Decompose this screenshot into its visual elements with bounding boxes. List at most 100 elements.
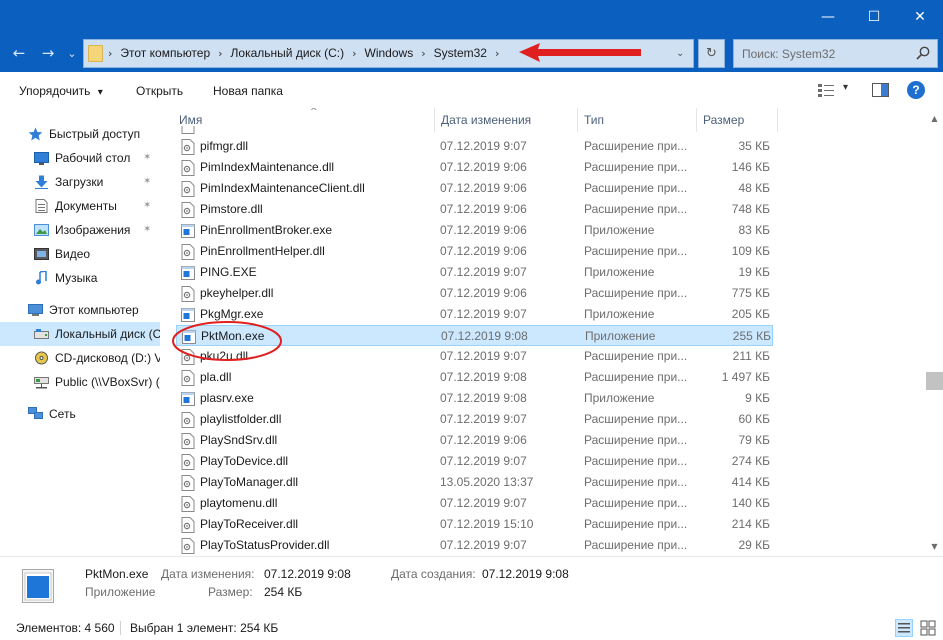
file-date: 07.12.2019 9:07 — [440, 139, 527, 153]
file-name: PlayToDevice.dll — [200, 454, 289, 468]
file-row[interactable]: pkeyhelper.dll 07.12.2019 9:06 Расширение … — [176, 283, 773, 304]
breadcrumb-item[interactable]: System32 — [434, 46, 487, 60]
exe-file-icon — [181, 224, 195, 238]
details-view-icon[interactable] — [895, 619, 913, 637]
sidebar-item[interactable]: Рабочий стол ✶ — [0, 146, 160, 170]
refresh-button[interactable]: ↻ — [698, 39, 725, 68]
new-folder-button[interactable]: Новая папка — [213, 82, 283, 100]
file-date: 07.12.2019 9:07 — [440, 538, 527, 552]
sidebar-item[interactable]: Музыка — [0, 266, 160, 290]
exe-file-icon — [181, 392, 195, 406]
preview-pane-icon[interactable] — [872, 83, 889, 97]
file-row[interactable]: PimIndexMaintenanceClient.dll 07.12.2019 … — [176, 178, 773, 199]
search-box[interactable] — [733, 39, 938, 68]
file-name: PinEnrollmentHelper.dll — [200, 244, 325, 258]
sidebar-item[interactable]: Сеть — [0, 402, 160, 426]
file-row[interactable]: PkgMgr.exe 07.12.2019 9:07 Приложение 205 К… — [176, 304, 773, 325]
view-options-icon[interactable] — [817, 83, 835, 97]
file-name: pla.dll — [200, 370, 232, 384]
minimize-button[interactable]: — — [805, 0, 851, 35]
sidebar-item-label: Музыка — [55, 271, 98, 285]
vertical-scrollbar[interactable]: ▲ ▼ — [926, 108, 943, 556]
file-size: 255 КБ — [732, 329, 771, 343]
sidebar-item[interactable]: Быстрый доступ — [0, 122, 160, 146]
sidebar-item[interactable]: CD-дисковод (D:) VirtualBox Guest Additi… — [0, 346, 160, 370]
search-icon[interactable] — [915, 45, 931, 61]
address-dropdown-button[interactable]: ⌄ — [676, 40, 684, 67]
view-dropdown-icon[interactable]: ▾ — [843, 82, 848, 93]
organize-menu[interactable]: Упорядочить ▾ — [19, 82, 103, 100]
open-button[interactable]: Открыть — [136, 82, 183, 100]
sidebar-item[interactable]: Загрузки ✶ — [0, 170, 160, 194]
file-list: Имя ^ Дата изменения Тип Размер pifmgr.d… — [160, 108, 926, 556]
file-name: PimIndexMaintenance.dll — [200, 160, 335, 174]
search-input[interactable] — [734, 40, 914, 67]
breadcrumb-separator[interactable]: › — [495, 47, 499, 60]
breadcrumb-item[interactable]: Локальный диск (C:) — [231, 46, 345, 60]
close-button[interactable]: ✕ — [897, 0, 943, 35]
large-icons-view-icon[interactable] — [919, 619, 937, 637]
navigation-pane: Быстрый доступ Рабочий стол ✶ Загрузки ✶ Доку… — [0, 108, 160, 556]
details-created-label: Дата создания: — [391, 567, 476, 581]
forward-button[interactable]: → — [35, 35, 61, 72]
details-modified-label: Дата изменения: — [161, 567, 255, 581]
file-row[interactable]: PlayToReceiver.dll 07.12.2019 15:10 Расшир… — [176, 514, 773, 535]
file-row[interactable]: pla.dll 07.12.2019 9:08 Расширение при... 1… — [176, 367, 773, 388]
dll-file-icon — [181, 181, 195, 197]
file-row[interactable]: PinEnrollmentHelper.dll 07.12.2019 9:06 Ра… — [176, 241, 773, 262]
sidebar-item[interactable]: Public (\\VBoxSvr) (E:) — [0, 370, 160, 394]
file-name: PinEnrollmentBroker.exe — [200, 223, 333, 237]
file-row[interactable]: PimIndexMaintenance.dll 07.12.2019 9:06 Ра… — [176, 157, 773, 178]
details-modified-value: 07.12.2019 9:08 — [264, 567, 351, 581]
address-bar[interactable]: › Этот компьютер › Локальный диск (C:) › Wind… — [83, 39, 694, 68]
breadcrumb-separator[interactable]: › — [352, 47, 356, 60]
file-size: 274 КБ — [731, 454, 770, 468]
file-row[interactable]: pifmgr.dll 07.12.2019 9:07 Расширение при.… — [176, 136, 773, 157]
video-icon — [34, 248, 49, 260]
address-row: ← → ⌄ › Этот компьютер › Локальный диск (C:… — [0, 35, 943, 72]
dll-file-icon — [181, 349, 195, 365]
title-bar: — ☐ ✕ — [0, 0, 943, 35]
breadcrumb-item[interactable]: Windows — [365, 46, 414, 60]
file-row[interactable]: PlaySndSrv.dll 07.12.2019 9:06 Расширение … — [176, 430, 773, 451]
sidebar-item[interactable]: Видео — [0, 242, 160, 266]
file-row[interactable]: playlistfolder.dll 07.12.2019 9:07 Расшире… — [176, 409, 773, 430]
file-date: 07.12.2019 9:06 — [440, 160, 527, 174]
file-size: 1 497 КБ — [721, 370, 770, 384]
breadcrumb-separator[interactable]: › — [421, 47, 425, 60]
status-bar: Элементов: 4 560 Выбран 1 элемент: 254 К… — [0, 616, 943, 640]
file-row[interactable]: PinEnrollmentBroker.exe 07.12.2019 9:06 Пр… — [176, 220, 773, 241]
file-row[interactable]: playtomenu.dll 07.12.2019 9:07 Расширение … — [176, 493, 773, 514]
scroll-down-icon[interactable]: ▼ — [926, 538, 943, 555]
breadcrumb-separator[interactable]: › — [108, 47, 112, 60]
file-date: 07.12.2019 9:07 — [440, 349, 527, 363]
file-row[interactable]: pku2u.dll 07.12.2019 9:07 Расширение при..… — [176, 346, 773, 367]
back-button[interactable]: ← — [6, 35, 32, 72]
file-row[interactable]: PlayToStatusProvider.dll 07.12.2019 9:07 Р… — [176, 535, 773, 556]
music-icon — [36, 271, 47, 285]
file-name: PkgMgr.exe — [200, 307, 264, 321]
file-row[interactable]: PlayToManager.dll 13.05.2020 13:37 Расшире… — [176, 472, 773, 493]
maximize-button[interactable]: ☐ — [851, 0, 897, 35]
breadcrumb-item[interactable]: Этот компьютер — [120, 46, 210, 60]
file-name: PlayToManager.dll — [200, 475, 299, 489]
sidebar-item[interactable]: Локальный диск (C:) — [0, 322, 160, 346]
scroll-up-icon[interactable]: ▲ — [926, 110, 943, 127]
file-row[interactable]: PING.EXE 07.12.2019 9:07 Приложение 19 КБ — [176, 262, 773, 283]
sidebar-item[interactable]: Изображения ✶ — [0, 218, 160, 242]
file-row[interactable]: PlayToDevice.dll 07.12.2019 9:07 Расширени… — [176, 451, 773, 472]
file-date: 07.12.2019 9:07 — [440, 307, 527, 321]
sidebar-item[interactable]: Этот компьютер — [0, 298, 160, 322]
sidebar-item[interactable]: Документы ✶ — [0, 194, 160, 218]
file-name: playlistfolder.dll — [200, 412, 282, 426]
help-icon[interactable]: ? — [907, 81, 925, 99]
file-row[interactable]: plasrv.exe 07.12.2019 9:08 Приложение 9 КБ — [176, 388, 773, 409]
recent-locations-button[interactable]: ⌄ — [64, 35, 80, 72]
sidebar-item-label: Документы — [55, 199, 117, 213]
file-size: 60 КБ — [738, 412, 770, 426]
breadcrumb-separator[interactable]: › — [218, 47, 222, 60]
file-row[interactable]: Pimstore.dll 07.12.2019 9:06 Расширение пр… — [176, 199, 773, 220]
item-count: Элементов: 4 560 — [16, 621, 115, 635]
file-row[interactable]: PktMon.exe 07.12.2019 9:08 Приложение 255 К… — [176, 325, 773, 346]
scrollbar-thumb[interactable] — [926, 372, 943, 390]
